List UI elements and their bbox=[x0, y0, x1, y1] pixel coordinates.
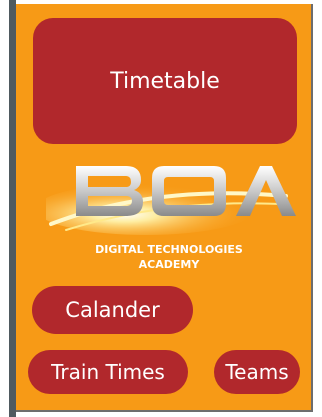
timetable-button[interactable]: Timetable bbox=[33, 18, 297, 144]
train-times-button-label: Train Times bbox=[51, 360, 165, 384]
teams-button-label: Teams bbox=[225, 360, 289, 384]
logo-caption-line2: ACADEMY bbox=[138, 258, 200, 271]
app-frame: Timetable DIGITAL TECHNOLOGIES ACADEMY C… bbox=[0, 0, 322, 417]
logo-caption-line1: DIGITAL TECHNOLOGIES bbox=[95, 243, 243, 256]
calander-button-label: Calander bbox=[65, 298, 160, 322]
timetable-button-label: Timetable bbox=[110, 68, 220, 94]
app-screen: Timetable DIGITAL TECHNOLOGIES ACADEMY C… bbox=[16, 4, 313, 412]
logo-caption: DIGITAL TECHNOLOGIES ACADEMY bbox=[74, 242, 264, 272]
calander-button[interactable]: Calander bbox=[32, 286, 193, 334]
train-times-button[interactable]: Train Times bbox=[28, 350, 188, 394]
side-scrollbar bbox=[9, 0, 16, 417]
teams-button[interactable]: Teams bbox=[214, 350, 300, 394]
boa-logo-graphic bbox=[36, 166, 296, 235]
